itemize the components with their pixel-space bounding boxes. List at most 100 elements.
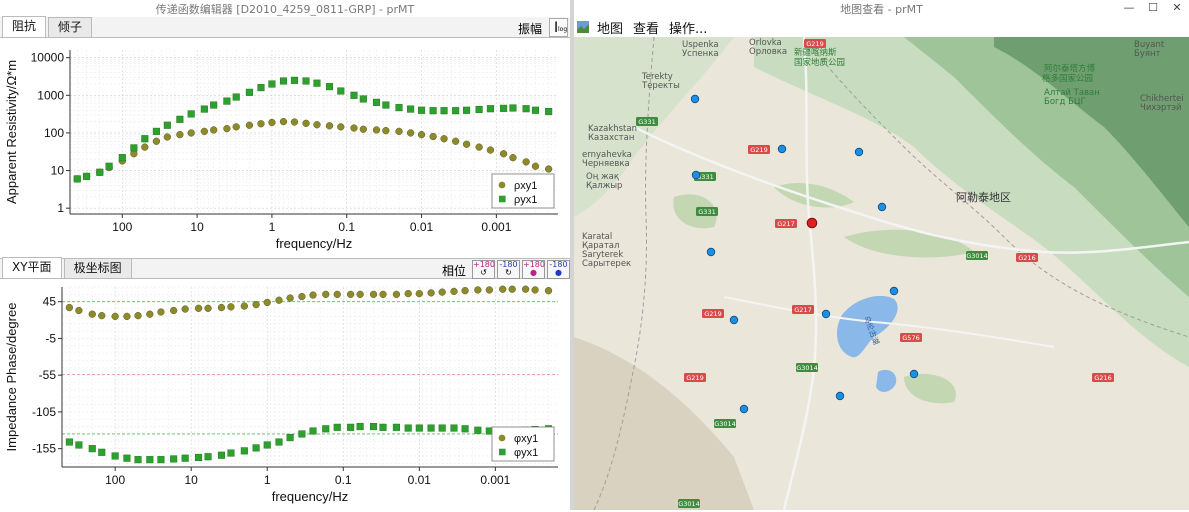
station-marker[interactable] <box>909 369 919 379</box>
data-point <box>545 165 553 173</box>
data-point <box>181 305 189 313</box>
menu-map[interactable]: 地图 <box>597 18 623 37</box>
station-marker[interactable] <box>889 286 899 296</box>
road-badge: G216 <box>1092 373 1114 382</box>
road-badge: G576 <box>900 333 922 342</box>
left-window-title: 传递函数编辑器 [D2010_4259_0811-GRP] - prMT <box>155 2 415 16</box>
data-point <box>325 83 334 91</box>
data-point <box>531 286 539 294</box>
data-point <box>157 308 165 316</box>
road-badge: G217 <box>792 305 814 314</box>
data-point <box>204 453 212 461</box>
impedance-tabbar: 阻抗 倾子 振幅 I log <box>0 16 570 38</box>
map-label-region: 阿勒泰地区 <box>956 190 1011 204</box>
road-badge: G331 <box>696 207 718 216</box>
data-point <box>313 79 321 87</box>
phase-plus180-yx-button[interactable]: +180 ● <box>522 260 545 279</box>
chart-legend: ρxy1 ρyx1 <box>491 173 555 209</box>
left-titlebar: 传递函数编辑器 [D2010_4259_0811-GRP] - prMT <box>0 0 570 17</box>
tab-xy-plane[interactable]: XY平面 <box>2 257 62 278</box>
x-tick-label: 0.01 <box>408 473 432 487</box>
data-point <box>130 144 138 152</box>
data-point <box>123 454 131 462</box>
data-point <box>302 77 310 85</box>
data-point <box>181 454 189 462</box>
menu-view[interactable]: 查看 <box>633 18 659 37</box>
station-marker[interactable] <box>706 247 716 257</box>
data-point <box>279 77 288 85</box>
x-tick-label: 1 <box>269 220 276 234</box>
data-point <box>440 135 448 143</box>
data-point <box>245 88 253 96</box>
series-1 <box>73 76 553 183</box>
resistivity-chart[interactable]: 100 10 1 0.1 0.01 0.001100001000100101frequen… <box>0 38 570 258</box>
station-marker[interactable] <box>877 202 887 212</box>
data-point <box>134 456 142 464</box>
station-marker[interactable] <box>739 404 749 414</box>
map-canvas[interactable]: UspenkaУспенкаOrlovkaОрловка 新疆喀纳斯国家地质公园T… <box>574 37 1189 510</box>
data-point <box>240 447 248 455</box>
close-button[interactable]: ✕ <box>1169 1 1185 14</box>
station-marker[interactable] <box>729 315 739 325</box>
phase-minus180-yx-button[interactable]: -180 ● <box>547 260 570 279</box>
data-point <box>322 425 330 433</box>
data-point <box>176 115 184 123</box>
pin-icon: ● <box>555 268 562 277</box>
data-point <box>337 87 345 95</box>
road-badge: G3014 <box>678 499 700 508</box>
data-point <box>406 129 415 137</box>
road-badge-label: G219 <box>750 146 767 154</box>
map-app-icon <box>577 21 589 33</box>
road-badge: G219 <box>702 309 724 318</box>
log-scale-toggle[interactable]: I log <box>549 18 568 37</box>
data-point <box>268 80 276 88</box>
data-point <box>452 107 460 115</box>
station-marker[interactable] <box>854 147 864 157</box>
station-marker[interactable] <box>821 309 831 319</box>
tab-polar-plot[interactable]: 极坐标图 <box>63 258 132 278</box>
resistivity-panel: 100 10 1 0.1 0.01 0.001 10000 1000 100 10 1 frequen… <box>0 38 570 258</box>
tab-tipper[interactable]: 倾子 <box>48 17 93 37</box>
data-point <box>475 143 483 151</box>
phase-minus180-xy-button[interactable]: -180 ↻ <box>497 260 520 279</box>
maximize-button[interactable]: ☐ <box>1145 1 1161 14</box>
rotate-icon: ↺ <box>480 268 487 277</box>
y-tick-label: -55 <box>39 368 57 382</box>
station-marker[interactable] <box>777 144 787 154</box>
legend-marker <box>498 181 506 189</box>
road-badge-label: G3014 <box>796 364 818 372</box>
road-badge-label: G219 <box>686 374 703 382</box>
road-badge-label: G3014 <box>966 252 988 260</box>
data-point <box>325 122 334 130</box>
station-marker[interactable] <box>690 94 700 104</box>
data-point <box>187 129 195 137</box>
station-marker[interactable] <box>691 170 701 180</box>
data-point <box>427 424 435 432</box>
phase-plus180-xy-button[interactable]: +180 ↺ <box>472 260 495 279</box>
station-marker[interactable] <box>835 391 845 401</box>
legend-marker <box>498 434 506 442</box>
series-0 <box>65 285 553 321</box>
data-point <box>531 162 540 170</box>
road-badge-label: G576 <box>902 334 919 342</box>
amplitude-label: 振幅 <box>517 22 542 36</box>
minimize-button[interactable]: — <box>1121 1 1137 14</box>
selected-station-marker[interactable] <box>806 217 818 229</box>
data-point <box>257 84 265 92</box>
menu-actions[interactable]: 操作... <box>669 18 707 37</box>
data-point <box>309 427 317 435</box>
road-badge-label: G331 <box>638 118 655 126</box>
data-point <box>141 143 149 151</box>
data-point <box>521 285 530 293</box>
data-point <box>268 118 276 127</box>
data-point <box>257 120 265 128</box>
data-point <box>356 423 364 431</box>
data-point <box>88 445 96 453</box>
data-point <box>98 448 106 456</box>
data-point <box>531 106 540 114</box>
data-point <box>427 289 435 297</box>
x-axis-label: frequency/Hz <box>276 236 353 251</box>
tab-impedance[interactable]: 阻抗 <box>2 16 47 37</box>
phase-chart[interactable]: 100 10 1 0.1 0.01 0.001 45 -5 -55 -105 -155 frequen… <box>0 279 570 508</box>
map-label-town: Қалжыр <box>586 181 622 191</box>
